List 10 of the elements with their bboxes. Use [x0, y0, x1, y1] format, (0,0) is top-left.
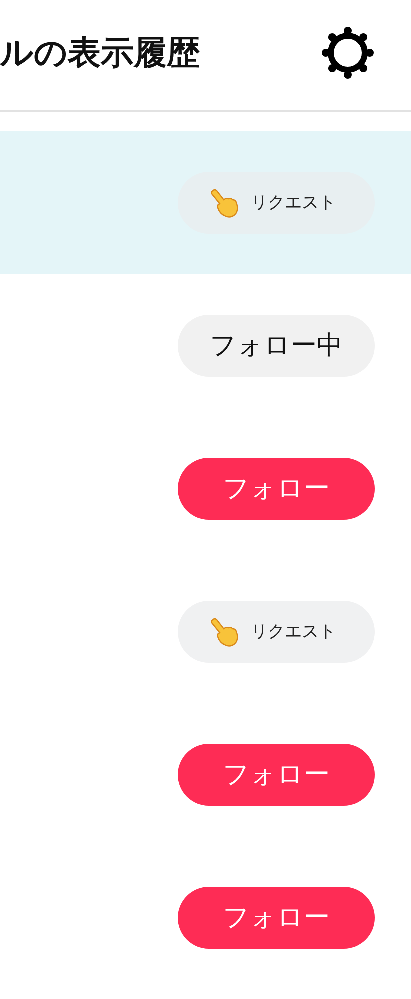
- follow-button[interactable]: フォロー: [178, 744, 375, 806]
- page-title: ルの表示履歴: [0, 32, 200, 74]
- settings-icon[interactable]: [322, 27, 374, 79]
- follow-button[interactable]: フォロー: [178, 886, 375, 948]
- request-button[interactable]: リクエスト: [178, 172, 375, 234]
- request-button[interactable]: リクエスト: [178, 600, 375, 662]
- pointing-hand-icon: [209, 186, 241, 218]
- following-button[interactable]: フォロー中: [178, 314, 375, 376]
- pointing-hand-icon: [209, 616, 241, 648]
- follow-button[interactable]: フォロー: [178, 458, 375, 520]
